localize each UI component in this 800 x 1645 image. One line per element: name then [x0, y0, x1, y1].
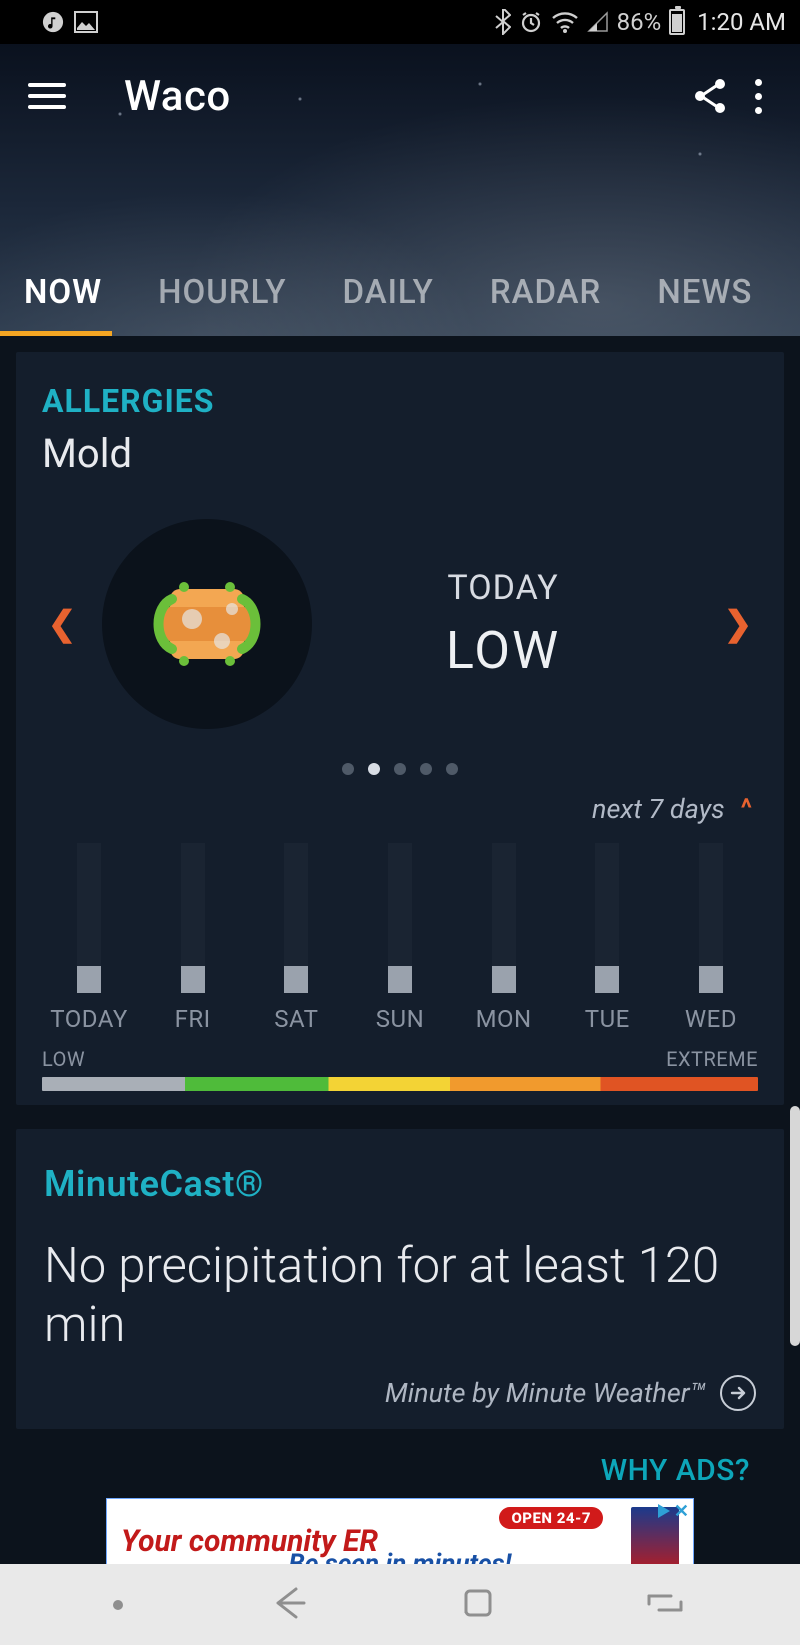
bar-sun: SUN [355, 843, 445, 1033]
content-scroll[interactable]: ALLERGIES Mold ❮ TODAY LOW [0, 336, 800, 1564]
next7-label: next 7 days [592, 793, 725, 825]
bar-tue: TUE [562, 843, 652, 1033]
scrollbar-thumb[interactable] [790, 1106, 800, 1346]
allergies-card: ALLERGIES Mold ❮ TODAY LOW [16, 352, 784, 1105]
ad-line2: Be seen in minutes! [107, 1549, 693, 1564]
scale-low-label: LOW [42, 1047, 85, 1071]
location-title[interactable]: Waco [124, 72, 231, 121]
tab-radar[interactable]: RADAR [484, 255, 608, 330]
menu-button[interactable] [28, 75, 70, 117]
allergy-gauge [102, 519, 312, 729]
allergies-heading: ALLERGIES [42, 382, 758, 420]
bar-wed: WED [666, 843, 756, 1033]
minutecast-title: MinuteCast® [44, 1163, 756, 1205]
nav-home-button[interactable] [458, 1583, 498, 1627]
why-ads-link[interactable]: WHY ADS? [16, 1453, 784, 1494]
tab-news[interactable]: NEWS [651, 255, 758, 330]
battery-percent: 86% [617, 8, 662, 36]
allergy-prev-button[interactable]: ❮ [42, 604, 82, 644]
bar-mon: MON [459, 843, 549, 1033]
next7-toggle[interactable]: next 7 days ^ [42, 793, 758, 825]
minutecast-footer: Minute by Minute Weather™ [385, 1377, 706, 1409]
ad-badge: OPEN 24-7 [499, 1507, 603, 1529]
share-button[interactable] [686, 72, 734, 120]
picture-icon [74, 11, 98, 33]
tab-daily[interactable]: DAILY [336, 255, 439, 330]
android-nav-bar [0, 1564, 800, 1645]
wifi-icon [551, 11, 579, 33]
header-background: Waco NOW HOURLY DAILY RADAR NEWS [0, 44, 800, 336]
ad-choices[interactable]: ✕ [658, 1501, 689, 1522]
bluetooth-icon [495, 9, 511, 35]
signal-icon [587, 11, 609, 33]
tab-hourly[interactable]: HOURLY [152, 255, 292, 330]
scale-high-label: EXTREME [666, 1047, 758, 1071]
minutecast-card[interactable]: MinuteCast® No precipitation for at leas… [16, 1129, 784, 1429]
nav-recents-button[interactable] [643, 1586, 687, 1624]
allergy-scale-gradient [42, 1077, 758, 1091]
allergy-next-button[interactable]: ❯ [718, 604, 758, 644]
allergy-level-value: LOW [312, 620, 694, 681]
allergy-day-label: TODAY [312, 568, 694, 608]
alarm-icon [519, 10, 543, 34]
tab-bar: NOW HOURLY DAILY RADAR NEWS [0, 255, 800, 336]
bar-sat: SAT [251, 843, 341, 1033]
chevron-up-icon: ^ [741, 794, 752, 824]
battery-icon [669, 9, 685, 35]
arrow-right-icon[interactable] [720, 1375, 756, 1411]
nav-back-button[interactable] [268, 1583, 312, 1627]
allergies-type: Mold [42, 430, 758, 477]
mold-icon [132, 549, 282, 699]
minutecast-text: No precipitation for at least 120 min [44, 1237, 756, 1355]
music-note-icon [42, 11, 64, 33]
ad-banner[interactable]: Your community ER Be seen in minutes! OP… [106, 1498, 694, 1564]
status-clock: 1:20 AM [697, 8, 786, 36]
app-bar: Waco [0, 44, 800, 148]
ad-close-icon[interactable]: ✕ [674, 1501, 689, 1522]
android-status-bar: 86% 1:20 AM [0, 0, 800, 44]
nav-assistant-dot[interactable] [113, 1600, 123, 1610]
allergy-7day-chart: TODAY FRI SAT SUN MON TUE WED [42, 843, 758, 1033]
bar-fri: FRI [148, 843, 238, 1033]
allergy-pager[interactable] [42, 763, 758, 775]
overflow-menu-button[interactable] [734, 72, 782, 120]
tab-now[interactable]: NOW [18, 255, 108, 330]
adchoices-icon [658, 1504, 670, 1518]
bar-today: TODAY [44, 843, 134, 1033]
